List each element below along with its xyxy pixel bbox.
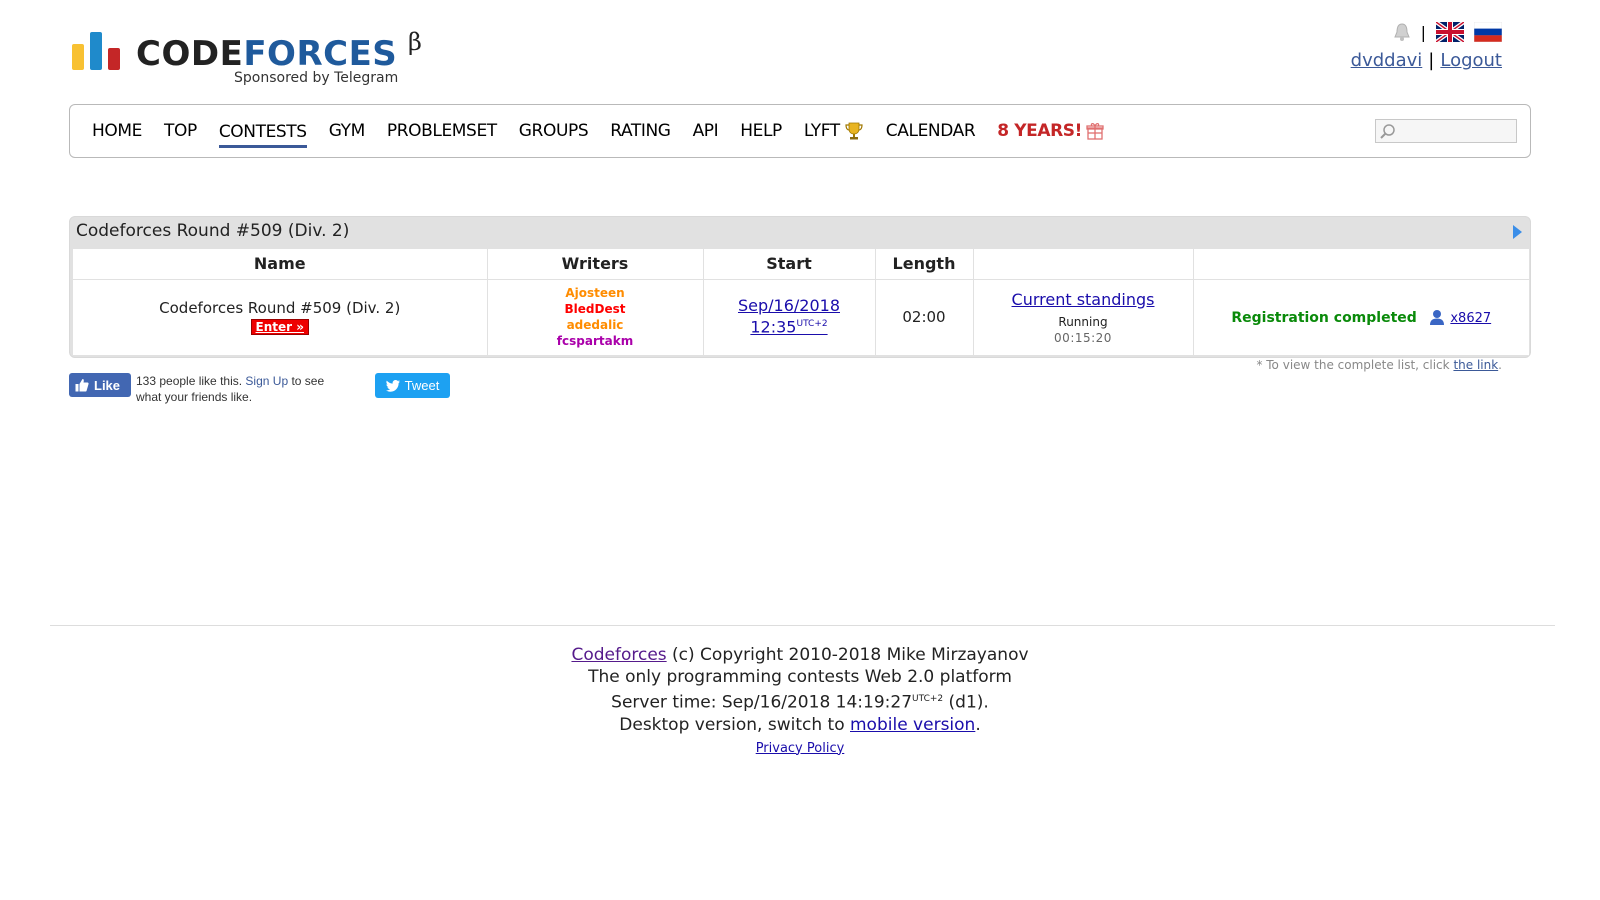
desktop-version-text: Desktop version, switch to — [619, 714, 845, 735]
main-menu: HOME TOP CONTESTS GYM PROBLEMSET GROUPS … — [69, 104, 1531, 158]
menu-item-help[interactable]: HELP — [740, 120, 782, 144]
desktop-version-suffix: . — [975, 714, 981, 735]
start-time-link[interactable]: Sep/16/2018 12:35UTC+2 — [738, 297, 840, 336]
registrants-link[interactable]: x8627 — [1450, 311, 1491, 326]
logout-link[interactable]: Logout — [1440, 50, 1502, 71]
server-time-suffix: (d1). — [948, 692, 989, 713]
footer-tagline: The only programming contests Web 2.0 pl… — [588, 667, 1012, 687]
complete-list-hint: * To view the complete list, click the l… — [1256, 358, 1502, 372]
menu-item-calendar[interactable]: CALENDAR — [886, 120, 976, 144]
complete-list-link[interactable]: the link — [1453, 358, 1498, 372]
menu-item-top[interactable]: TOP — [164, 120, 197, 144]
contest-timer: 00:15:20 — [1054, 330, 1112, 345]
username-link[interactable]: dvddavi — [1351, 50, 1423, 71]
logo-bars-icon — [72, 32, 126, 70]
footer-server-time: Server time: Sep/16/2018 14:19:27UTC+2 (… — [0, 688, 1600, 714]
registration-cell: Registration completed x8627 — [1193, 279, 1529, 356]
user-icon — [1429, 310, 1444, 325]
menu-item-api[interactable]: API — [693, 120, 719, 144]
russia-flag-icon[interactable] — [1474, 22, 1502, 42]
logo-beta: β — [408, 28, 422, 56]
like-count-text: 133 people like this. — [136, 374, 243, 388]
trophy-icon — [845, 122, 863, 140]
menu-item-lyft-label: LYFT — [803, 121, 840, 141]
contest-name-cell: Codeforces Round #509 (Div. 2) Enter » — [73, 279, 488, 356]
menu-item-8-years-label: 8 YEARS! — [997, 121, 1082, 141]
signup-link[interactable]: Sign Up — [245, 374, 288, 388]
tweet-button[interactable]: Tweet — [375, 373, 450, 398]
standings-cell: Current standings Running 00:15:20 — [973, 279, 1194, 356]
like-label: Like — [94, 377, 121, 393]
start-time: 12:35 — [750, 317, 797, 337]
menu-item-8-years[interactable]: 8 YEARS! — [997, 120, 1104, 144]
length-cell: 02:00 — [875, 279, 974, 356]
current-standings-link[interactable]: Current standings — [1012, 290, 1155, 309]
start-cell: Sep/16/2018 12:35UTC+2 — [703, 279, 876, 356]
registration-status: Registration completed — [1231, 310, 1417, 326]
table-header-row: Name Writers Start Length — [73, 249, 1529, 280]
search-icon — [1380, 124, 1395, 139]
mobile-version-link[interactable]: mobile version — [850, 715, 975, 735]
footer: Codeforces (c) Copyright 2010-2018 Mike … — [0, 644, 1600, 760]
copyright-text: (c) Copyright 2010-2018 Mike Mirzayanov — [672, 645, 1029, 665]
footer-divider — [50, 625, 1555, 626]
writer-link[interactable]: adedalic — [489, 317, 702, 333]
column-header-registration — [1193, 249, 1529, 280]
menu-item-groups[interactable]: GROUPS — [519, 120, 589, 144]
menu-item-home[interactable]: HOME — [92, 120, 142, 144]
footer-copyright-line: Codeforces (c) Copyright 2010-2018 Mike … — [0, 644, 1600, 666]
start-date: Sep/16/2018 — [737, 296, 840, 316]
codeforces-logo[interactable]: CODEFORCES β Sponsored by Telegram — [72, 28, 432, 94]
facebook-like-text: 133 people like this. Sign Up to see wha… — [136, 373, 346, 405]
menu-item-problemset[interactable]: PROBLEMSET — [387, 120, 497, 144]
column-header-name: Name — [73, 249, 488, 280]
hint-suffix: . — [1498, 358, 1502, 372]
contest-status: Running — [1058, 314, 1108, 329]
separator: | — [1420, 22, 1426, 42]
search-box[interactable] — [1375, 119, 1517, 143]
contest-name: Codeforces Round #509 (Div. 2) — [159, 299, 401, 317]
server-time-text: Server time: Sep/16/2018 14:19:27 — [611, 692, 913, 713]
facebook-like-button[interactable]: Like — [69, 373, 131, 397]
menu-item-rating[interactable]: RATING — [610, 120, 671, 144]
tweet-label: Tweet — [404, 378, 440, 393]
enter-button[interactable]: Enter » — [250, 319, 309, 335]
writer-link[interactable]: fcspartakm — [489, 333, 702, 349]
twitter-bird-icon — [385, 379, 400, 392]
menu-items: HOME TOP CONTESTS GYM PROBLEMSET GROUPS … — [92, 105, 1104, 159]
contest-panel: Codeforces Round #509 (Div. 2) Name Writ… — [69, 216, 1531, 358]
search-input[interactable] — [1400, 122, 1512, 140]
menu-item-gym[interactable]: GYM — [329, 120, 366, 144]
menu-item-lyft[interactable]: LYFT — [804, 120, 864, 144]
privacy-policy-link[interactable]: Privacy Policy — [756, 741, 845, 756]
hint-text: * To view the complete list, click — [1256, 358, 1450, 372]
column-header-length: Length — [875, 249, 974, 280]
contest-panel-title: Codeforces Round #509 (Div. 2) — [76, 221, 350, 241]
thumbs-up-icon — [75, 379, 89, 392]
writer-link[interactable]: Ajosteen — [489, 285, 702, 301]
uk-flag-icon[interactable] — [1436, 22, 1464, 42]
writer-link[interactable]: BledDest — [489, 301, 702, 317]
codeforces-footer-link[interactable]: Codeforces — [571, 645, 666, 665]
user-links: dvddavi | Logout — [1351, 50, 1502, 71]
writers-cell: Ajosteen BledDest adedalic fcspartakm — [487, 279, 704, 356]
table-row: Codeforces Round #509 (Div. 2) Enter » A… — [73, 279, 1529, 356]
user-separator: | — [1428, 50, 1435, 71]
footer-version-line: Desktop version, switch to mobile versio… — [0, 714, 1600, 736]
server-timezone: UTC+2 — [912, 694, 944, 704]
bell-icon[interactable] — [1393, 22, 1411, 42]
column-header-standings — [973, 249, 1194, 280]
language-bar: | — [1393, 20, 1502, 44]
arrow-right-icon[interactable] — [1512, 225, 1522, 239]
logo-sponsor: Sponsored by Telegram — [234, 70, 399, 86]
column-header-start: Start — [703, 249, 876, 280]
gift-icon — [1086, 123, 1104, 140]
start-timezone: UTC+2 — [796, 319, 828, 330]
contests-table: Name Writers Start Length Codeforces Rou… — [73, 249, 1529, 356]
menu-item-contests[interactable]: CONTESTS — [218, 121, 307, 148]
column-header-writers: Writers — [487, 249, 704, 280]
